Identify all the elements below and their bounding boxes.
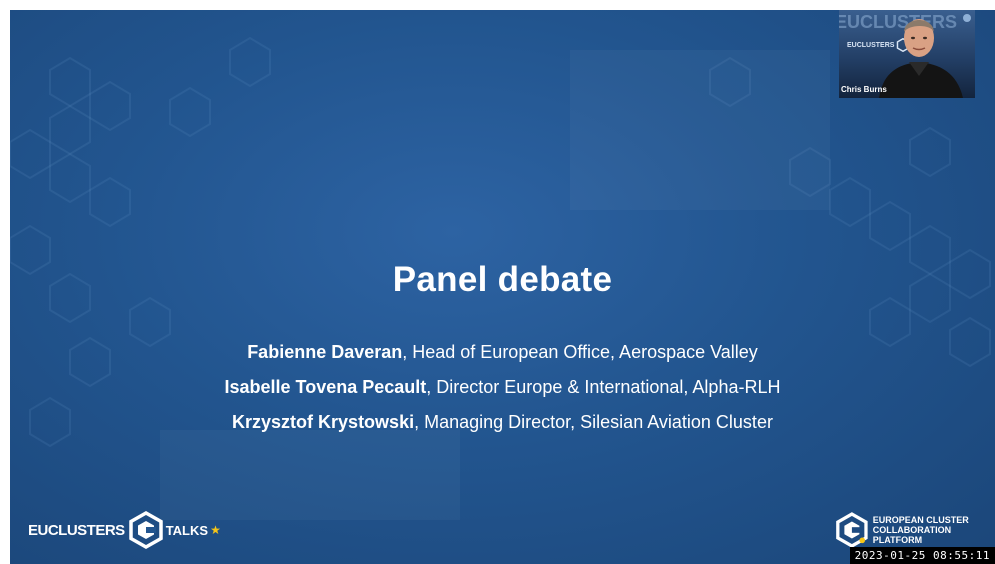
cluster-hexagon-icon — [836, 512, 868, 548]
panelist-line: Krzysztof Krystowski, Managing Director,… — [10, 405, 995, 440]
panelist-role: , Head of European Office, Aerospace Val… — [402, 342, 758, 362]
slide-title: Panel debate — [392, 260, 613, 299]
panelist-name: Isabelle Tovena Pecault — [224, 377, 427, 397]
logo-brand-text: EUCLUSTERS — [28, 521, 125, 539]
panelist-line: Isabelle Tovena Pecault, Director Europe… — [10, 370, 995, 405]
recording-timestamp: 2023-01-25 08:55:11 — [849, 547, 995, 564]
panelist-role: , Director Europe & International, Alpha… — [426, 377, 781, 397]
logo-talks-text: TALKS — [165, 522, 209, 538]
panelist-name: Krzysztof Krystowski — [232, 412, 415, 432]
speaker-webcam-thumbnail[interactable]: EUCLUSTERS EUCLUSTERS Chris Burns — [839, 10, 975, 98]
panelist-line: Fabienne Daveran, Head of European Offic… — [10, 335, 995, 370]
panelist-name: Fabienne Daveran — [247, 342, 403, 362]
star-icon: ★ — [210, 523, 221, 537]
panelist-list: Fabienne Daveran, Head of European Offic… — [10, 335, 995, 440]
panelist-role: , Managing Director, Silesian Aviation C… — [414, 412, 773, 432]
webcam-indicator-icon — [963, 14, 971, 22]
euclusters-talks-logo: EUCLUSTERS TALKS ★ — [28, 510, 221, 550]
participant-name-tag: Chris Burns — [841, 85, 887, 94]
platform-name: EUROPEAN CLUSTER COLLABORATION PLATFORM — [873, 515, 995, 545]
ecccp-logo: EUROPEAN CLUSTER COLLABORATION PLATFORM — [835, 510, 995, 550]
platform-name-line1: EUROPEAN CLUSTER — [872, 515, 969, 525]
cluster-hexagon-icon — [128, 511, 163, 549]
platform-name-line2: COLLABORATION PLATFORM — [872, 525, 952, 545]
